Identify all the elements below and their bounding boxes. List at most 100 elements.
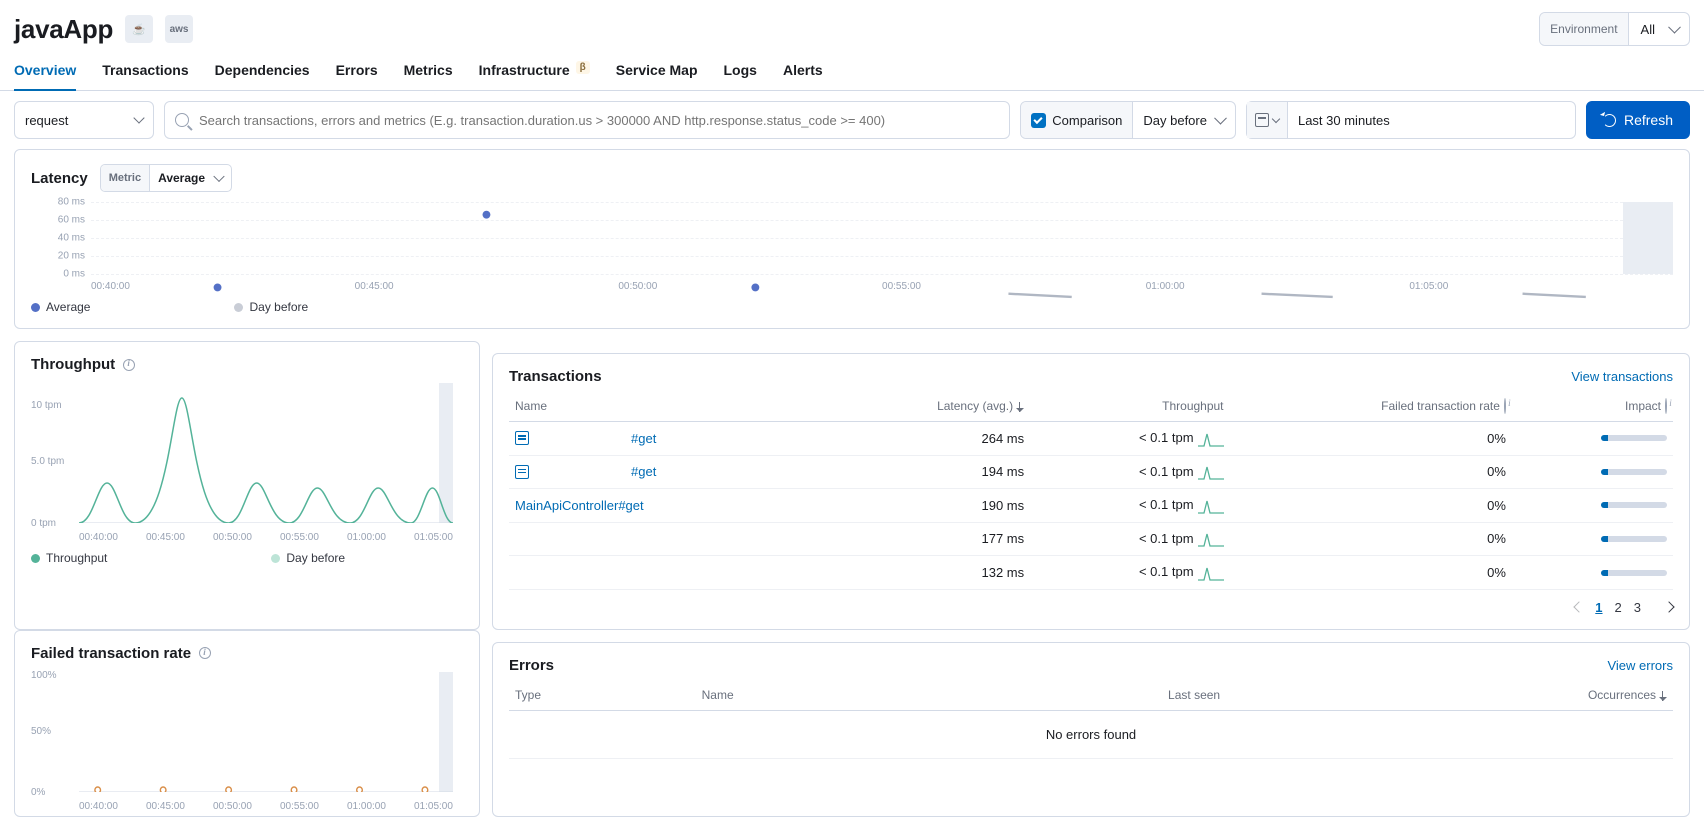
date-picker[interactable]: Last 30 minutes — [1246, 101, 1576, 139]
transaction-type-select[interactable]: request — [14, 101, 154, 139]
impact-cell — [1512, 422, 1673, 456]
transaction-type-label: request — [25, 113, 68, 128]
environment-select[interactable]: Environment All — [1539, 12, 1690, 46]
failed-rate-cell: 0% — [1230, 556, 1512, 590]
y-tick: 5.0 tpm — [31, 456, 64, 467]
table-header[interactable]: Type — [509, 680, 696, 711]
latency-panel: Latency Metric Average 0 ms20 ms40 ms60 … — [14, 149, 1690, 329]
throughput-chart[interactable]: 0 tpm 5.0 tpm 10 tpm 00:40:0000:45:0000:… — [31, 383, 463, 543]
table-header[interactable]: Latency (avg.) — [826, 391, 1031, 422]
table-header[interactable]: Failed transaction rate — [1230, 391, 1512, 422]
x-tick: 01:05:00 — [414, 801, 453, 812]
view-transactions-link[interactable]: View transactions — [1571, 369, 1673, 384]
table-row: 177 ms< 0.1 tpm0% — [509, 522, 1673, 556]
latency-metric-select[interactable]: Metric Average — [100, 164, 232, 192]
y-tick: 80 ms — [41, 197, 85, 208]
table-row: 132 ms< 0.1 tpm0% — [509, 556, 1673, 590]
pager-next[interactable] — [1663, 602, 1674, 613]
pager-page[interactable]: 1 — [1595, 600, 1602, 615]
search-input[interactable] — [197, 112, 999, 129]
transaction-name-link[interactable]: MainApiController#get — [515, 498, 820, 513]
table-header[interactable]: Name — [509, 391, 826, 422]
tab-metrics[interactable]: Metrics — [404, 52, 453, 90]
latency-chart[interactable]: 0 ms20 ms40 ms60 ms80 ms 00:40:0000:45:0… — [31, 202, 1673, 292]
y-tick: 100% — [31, 670, 57, 681]
tab-transactions[interactable]: Transactions — [102, 52, 188, 90]
y-tick: 0 tpm — [31, 518, 56, 529]
chevron-down-icon — [133, 112, 144, 123]
table-header[interactable]: Impact — [1512, 391, 1673, 422]
table-header[interactable]: Throughput — [1030, 391, 1229, 422]
latency-cell: 190 ms — [826, 489, 1031, 523]
impact-cell — [1512, 489, 1673, 523]
latency-cell: 194 ms — [826, 455, 1031, 489]
throughput-cell: < 0.1 tpm — [1030, 522, 1229, 556]
view-errors-link[interactable]: View errors — [1607, 658, 1673, 673]
failed-rate-panel: Failed transaction rate 0% 50% 100% — [14, 630, 480, 817]
pager-page[interactable]: 3 — [1634, 600, 1641, 615]
throughput-cell: < 0.1 tpm — [1030, 455, 1229, 489]
latency-cell: 264 ms — [826, 422, 1031, 456]
comparison-label: Comparison — [1052, 113, 1122, 128]
transactions-title: Transactions — [509, 368, 602, 385]
failed-rate-cell: 0% — [1230, 489, 1512, 523]
page-title: javaApp — [14, 14, 113, 45]
latency-cell: 132 ms — [826, 556, 1031, 590]
tab-overview[interactable]: Overview — [14, 52, 76, 90]
info-icon[interactable] — [123, 359, 135, 371]
refresh-icon — [1603, 114, 1616, 127]
refresh-label: Refresh — [1624, 112, 1673, 128]
comparison-select[interactable]: Comparison Day before — [1020, 101, 1236, 139]
y-tick: 0 ms — [41, 269, 85, 280]
y-tick: 60 ms — [41, 215, 85, 226]
info-icon[interactable] — [1665, 398, 1667, 414]
table-header[interactable]: Occurrences — [1226, 680, 1673, 711]
tab-service-map[interactable]: Service Map — [616, 52, 698, 90]
x-tick: 00:50:00 — [213, 532, 252, 543]
pager-prev[interactable] — [1574, 602, 1585, 613]
impact-cell — [1512, 522, 1673, 556]
calendar-icon — [1255, 113, 1269, 127]
comparison-checkbox[interactable] — [1031, 113, 1046, 128]
tab-dependencies[interactable]: Dependencies — [215, 52, 310, 90]
refresh-button[interactable]: Refresh — [1586, 101, 1690, 139]
info-icon[interactable] — [1504, 398, 1506, 414]
x-tick: 00:45:00 — [355, 281, 619, 292]
impact-cell — [1512, 556, 1673, 590]
environment-value: All — [1629, 22, 1689, 37]
latency-title: Latency — [31, 170, 88, 187]
tab-infrastructure[interactable]: Infrastructureβ — [479, 52, 590, 90]
x-tick: 01:05:00 — [1409, 281, 1673, 292]
transactions-panel: Transactions View transactions NameLaten… — [492, 353, 1690, 630]
legend-item[interactable]: Average — [31, 300, 90, 314]
metric-pill-value: Average — [150, 171, 231, 185]
legend-item[interactable]: Throughput — [31, 551, 107, 565]
y-tick: 10 tpm — [31, 400, 62, 411]
tab-errors[interactable]: Errors — [336, 52, 378, 90]
transaction-name-link[interactable]: #get — [515, 431, 820, 446]
errors-empty: No errors found — [509, 710, 1673, 758]
table-row: MainApiController#get190 ms< 0.1 tpm0% — [509, 489, 1673, 523]
metric-pill-label: Metric — [101, 165, 150, 191]
x-tick: 00:55:00 — [280, 532, 319, 543]
errors-table: TypeNameLast seenOccurrences No errors f… — [509, 680, 1673, 759]
x-tick: 00:50:00 — [213, 801, 252, 812]
transaction-name-link[interactable]: #get — [515, 464, 820, 479]
java-badge-icon: ☕ — [125, 15, 153, 43]
failed-rate-chart[interactable]: 0% 50% 100% 00:40:0000:45:0000:50:0000:5… — [31, 672, 463, 812]
table-header[interactable]: Last seen — [912, 680, 1226, 711]
legend-item[interactable]: Day before — [271, 551, 345, 565]
tab-alerts[interactable]: Alerts — [783, 52, 823, 90]
table-header[interactable]: Name — [696, 680, 912, 711]
throughput-title: Throughput — [31, 356, 115, 373]
search-box[interactable] — [164, 101, 1010, 139]
x-tick: 00:45:00 — [146, 801, 185, 812]
x-tick: 00:55:00 — [882, 281, 1146, 292]
tab-logs[interactable]: Logs — [724, 52, 757, 90]
info-icon[interactable] — [199, 647, 211, 659]
x-tick: 01:00:00 — [347, 801, 386, 812]
pager-page[interactable]: 2 — [1615, 600, 1622, 615]
latency-cell: 177 ms — [826, 522, 1031, 556]
failed-rate-cell: 0% — [1230, 522, 1512, 556]
x-tick: 00:45:00 — [146, 532, 185, 543]
